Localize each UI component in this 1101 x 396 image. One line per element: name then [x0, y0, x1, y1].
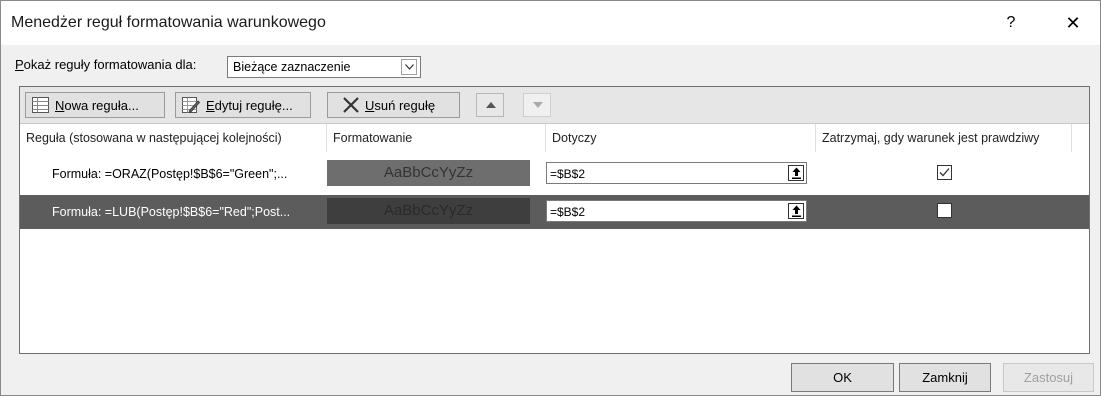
new-rule-label: owa reguła...	[64, 98, 139, 113]
close-icon[interactable]: ✕	[1061, 11, 1085, 35]
rules-table-header: Reguła (stosowana w następującej kolejno…	[20, 124, 1089, 152]
show-rules-for-dropdown[interactable]: Bieżące zaznaczenie	[227, 56, 421, 78]
format-preview: AaBbCcYyZz	[327, 198, 530, 224]
edit-rule-icon	[182, 97, 201, 116]
applies-to-input[interactable]: =$B$2	[546, 200, 807, 222]
show-rules-label-text: okaż reguły formatowania dla:	[23, 57, 197, 72]
applies-to-value: =$B$2	[550, 167, 586, 181]
move-up-button[interactable]	[476, 93, 504, 117]
apply-button[interactable]: Zastosuj	[1003, 363, 1094, 392]
triangle-up-icon	[486, 102, 496, 108]
delete-rule-label: suń regułę	[374, 98, 436, 113]
edit-rule-button[interactable]: Edytuj regułę...	[175, 92, 311, 118]
rule-row[interactable]: Formuła: =ORAZ(Postęp!$B$6="Green";... A…	[20, 157, 1089, 191]
applies-to-input[interactable]: =$B$2	[546, 162, 807, 184]
delete-rule-button[interactable]: Usuń regułę	[327, 92, 460, 118]
show-rules-for-value: Bieżące zaznaczenie	[233, 60, 351, 74]
title-bar: Menedżer reguł formatowania warunkowego …	[1, 1, 1100, 45]
rules-panel: Nowa reguła... Edytuj regułę... Usuń reg…	[19, 86, 1090, 354]
close-button[interactable]: Zamknij	[899, 363, 991, 392]
stop-if-true-checkbox[interactable]	[937, 165, 952, 180]
dialog-title: Menedżer reguł formatowania warunkowego	[11, 14, 326, 31]
delete-rule-accesskey: U	[365, 98, 375, 113]
conditional-formatting-manager-dialog: Menedżer reguł formatowania warunkowego …	[0, 0, 1101, 396]
rule-formula: Formuła: =ORAZ(Postęp!$B$6="Green";...	[52, 167, 288, 181]
chevron-down-icon[interactable]	[401, 59, 417, 75]
edit-rule-accesskey: E	[206, 98, 215, 113]
column-header-rule: Reguła (stosowana w następującej kolejno…	[20, 124, 327, 152]
new-rule-accesskey: N	[55, 98, 65, 113]
new-rule-button[interactable]: Nowa reguła...	[25, 92, 165, 118]
rule-row[interactable]: Formuła: =LUB(Postęp!$B$6="Red";Post... …	[20, 195, 1089, 229]
show-rules-label-accesskey: P	[15, 57, 24, 72]
column-header-stop-if-true: Zatrzymaj, gdy warunek jest prawdziwy	[816, 124, 1072, 152]
new-rule-icon	[32, 97, 49, 116]
ok-button[interactable]: OK	[791, 363, 894, 392]
edit-rule-label: dytuj regułę...	[214, 98, 293, 113]
column-header-applies-to: Dotyczy	[546, 124, 816, 152]
triangle-down-icon	[533, 102, 543, 108]
show-rules-label: Pokaż reguły formatowania dla:	[15, 57, 196, 72]
checkmark-icon	[939, 168, 950, 177]
delete-x-icon	[342, 96, 360, 117]
column-header-format: Formatowanie	[327, 124, 546, 152]
rule-formula: Formuła: =LUB(Postęp!$B$6="Red";Post...	[52, 205, 291, 219]
rules-toolbar: Nowa reguła... Edytuj regułę... Usuń reg…	[20, 87, 1089, 124]
range-selector-icon[interactable]	[788, 203, 804, 219]
move-down-button[interactable]	[523, 93, 551, 117]
stop-if-true-checkbox[interactable]	[937, 203, 952, 218]
help-button[interactable]: ?	[1001, 11, 1021, 35]
applies-to-value: =$B$2	[550, 205, 586, 219]
range-selector-icon[interactable]	[788, 165, 804, 181]
format-preview: AaBbCcYyZz	[327, 160, 530, 186]
